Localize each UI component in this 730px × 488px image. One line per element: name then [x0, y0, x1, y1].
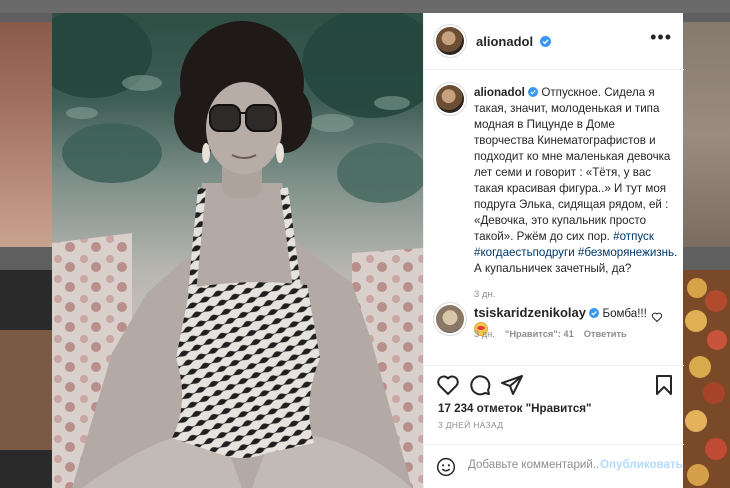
background-thumbnail — [0, 330, 52, 450]
background-thumbnail — [683, 22, 730, 247]
verified-icon — [528, 87, 539, 97]
post-photo[interactable] — [52, 13, 423, 488]
likes-count[interactable]: 17 234 отметок "Нравится" — [438, 402, 592, 415]
comment-like-heart-icon[interactable] — [651, 311, 663, 323]
hashtag-link[interactable]: #безморянежизнь — [578, 246, 674, 259]
smile-icon[interactable] — [436, 457, 456, 477]
caption-head: Отпускное. — [541, 86, 602, 99]
hashtag-link[interactable]: #когдаестьподруги — [474, 246, 575, 259]
photo-illustration — [52, 13, 423, 488]
post-sidebar: alionadol ••• alionadol Отпускное. Сидел… — [423, 13, 684, 488]
share-icon[interactable] — [500, 373, 524, 397]
divider — [424, 365, 684, 366]
bookmark-icon[interactable] — [652, 373, 676, 397]
author-username[interactable]: alionadol — [476, 34, 533, 49]
comment-input[interactable] — [468, 458, 598, 471]
caption-username[interactable]: alionadol — [474, 86, 525, 99]
verified-icon — [589, 308, 600, 318]
caption-timestamp: 3 дн. — [474, 289, 496, 300]
post-date: 3 ДНЕЙ НАЗАД — [438, 420, 504, 430]
background-page-top — [0, 0, 730, 13]
post-caption: alionadol Отпускное. Сидела я такая, зна… — [474, 85, 678, 277]
comment-box: Опубликовать — [424, 444, 684, 488]
comment-icon[interactable] — [468, 373, 492, 397]
comment-meta: 3 дн. "Нравится": 41 Ответить — [474, 329, 627, 339]
background-thumbnail — [683, 270, 730, 488]
action-bar — [424, 373, 684, 401]
background-thumbnail — [0, 22, 52, 247]
reply-button[interactable]: Ответить — [584, 329, 627, 339]
caption-avatar[interactable] — [436, 85, 464, 113]
commenter-username[interactable]: tsiskaridzenikolay — [474, 305, 586, 320]
comment-likes[interactable]: "Нравится": 41 — [505, 329, 574, 339]
heart-icon[interactable] — [436, 373, 460, 397]
hashtag-link[interactable]: #отпуск — [613, 230, 654, 243]
commenter-avatar[interactable] — [436, 305, 464, 333]
post-header: alionadol ••• — [424, 13, 684, 70]
verified-icon — [540, 36, 551, 47]
more-icon[interactable]: ••• — [650, 28, 672, 46]
caption-body: Сидела я такая, значит, молоденькая и ти… — [474, 86, 671, 243]
publish-button[interactable]: Опубликовать — [600, 458, 683, 471]
author-avatar[interactable] — [436, 27, 464, 55]
comment-timestamp: 3 дн. — [474, 329, 495, 339]
post-modal: alionadol ••• alionadol Отпускное. Сидел… — [52, 13, 684, 488]
comment-text: Бомба!!! — [602, 307, 647, 320]
